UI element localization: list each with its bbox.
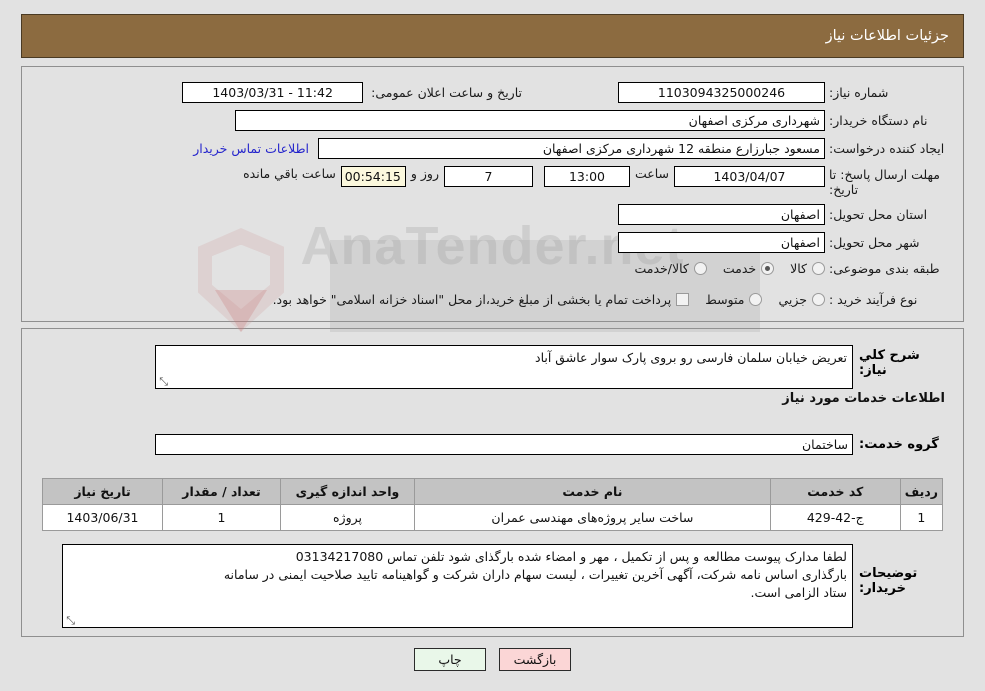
services-table: ردیف کد خدمت نام خدمت واحد اندازه گیری ت…: [42, 478, 944, 531]
service-group-value: ساختمان: [155, 434, 853, 455]
resize-grip-icon[interactable]: [65, 616, 75, 626]
th-index: ردیف: [899, 478, 944, 505]
announcement-label: تاریخ و ساعت اعلان عمومی:: [371, 85, 522, 100]
radio-khedmat-icon[interactable]: [761, 262, 775, 275]
radio-kala-khedmat-icon[interactable]: [693, 262, 707, 275]
category-option-khedmat[interactable]: خدمت: [722, 261, 775, 276]
category-option-kala-khedmat[interactable]: کالا/خدمت: [634, 261, 707, 276]
process-label: نوع فرآیند خرید :: [829, 292, 918, 307]
need-number-value: 1103094325000246: [618, 82, 825, 103]
creator-label: ایجاد کننده درخواست:: [829, 141, 945, 156]
process-option-motavaset[interactable]: متوسط: [705, 292, 763, 307]
remaining-countdown-timer: 00:54:15: [340, 166, 406, 187]
buyer-notes-row: توضیحات خریدار: لطفا مدارک پیوست مطالعه …: [62, 544, 945, 628]
category-row: طبقه بندی موضوعی: کالا خدمت کالا/خدمت: [618, 261, 945, 276]
city-label: شهر محل تحویل:: [829, 235, 920, 250]
treasury-checkbox-label: پرداخت تمام یا بخشی از مبلغ خرید،از محل …: [272, 292, 672, 307]
buyer-org-label: نام دستگاه خریدار:: [829, 113, 928, 128]
buyer-notes-textarea[interactable]: لطفا مدارک پیوست مطالعه و پس از تکمیل ، …: [62, 544, 853, 628]
category-label: طبقه بندی موضوعی:: [829, 261, 940, 276]
cell-name: ساخت سایر پروژه‌های مهندسی عمران: [414, 504, 771, 531]
announcement-row: تاریخ و ساعت اعلان عمومی: 11:42 - 1403/0…: [182, 82, 522, 103]
resize-grip-icon[interactable]: [158, 377, 168, 387]
process-row: نوع فرآیند خرید : جزیي متوسط پرداخت تمام…: [257, 292, 945, 307]
remaining-days-value: 7: [443, 166, 533, 187]
deadline-time-value: 13:00: [543, 166, 630, 187]
category-option-kala-label: کالا: [790, 261, 807, 276]
th-name: نام خدمت: [414, 478, 771, 505]
days-and-label: روز و: [410, 166, 439, 181]
cell-index: 1: [899, 504, 944, 531]
announcement-value: 11:42 - 1403/03/31: [182, 82, 364, 103]
buyer-notes-line1: لطفا مدارک پیوست مطالعه و پس از تکمیل ، …: [295, 549, 847, 564]
province-row: استان محل تحویل: اصفهان: [618, 204, 945, 225]
buyer-notes-line3: ستاد الزامی است.: [750, 585, 847, 600]
services-section-title: اطلاعات خدمات مورد نیاز: [782, 391, 945, 406]
cell-quantity: 1: [162, 504, 281, 531]
deadline-label: مهلت ارسال پاسخ: تا تاریخ:: [829, 167, 940, 197]
buyer-org-value: شهرداری مرکزی اصفهان: [235, 110, 825, 131]
category-option-kala-khedmat-label: کالا/خدمت: [634, 261, 689, 276]
province-label: استان محل تحویل:: [829, 207, 928, 222]
buyer-notes-line2: بارگذاری اساس نامه شرکت، آگهی آخرین تغیی…: [223, 567, 847, 582]
province-value: اصفهان: [618, 204, 825, 225]
process-option-jozei[interactable]: جزیي: [778, 292, 825, 307]
treasury-checkbox-option[interactable]: پرداخت تمام یا بخشی از مبلغ خرید،از محل …: [273, 292, 690, 307]
creator-row: ایجاد کننده درخواست: مسعود جبارزارع منطق…: [193, 138, 945, 159]
page-title: جزئیات اطلاعات نیاز: [825, 28, 949, 44]
city-row: شهر محل تحویل: اصفهان: [618, 232, 945, 253]
action-button-bar: بازگشت چاپ: [0, 648, 985, 671]
radio-kala-icon[interactable]: [812, 262, 825, 275]
table-row: 1 ج-42-429 ساخت سایر پروژه‌های مهندسی عم…: [42, 504, 944, 531]
service-group-label: گروه خدمت:: [859, 437, 939, 452]
deadline-date-value: 1403/04/07: [674, 166, 825, 187]
th-quantity: تعداد / مقدار: [162, 478, 281, 505]
category-option-kala[interactable]: کالا: [790, 261, 825, 276]
print-button[interactable]: چاپ: [414, 648, 486, 671]
th-unit: واحد اندازه گیری: [280, 478, 415, 505]
deadline-row: مهلت ارسال پاسخ: تا تاریخ: 1403/04/07 سا…: [238, 166, 945, 197]
radio-motavaset-icon[interactable]: [749, 293, 763, 306]
radio-jozei-icon[interactable]: [812, 293, 825, 306]
cell-date: 1403/06/31: [42, 504, 163, 531]
table-header-row: ردیف کد خدمت نام خدمت واحد اندازه گیری ت…: [42, 478, 944, 505]
need-number-row: شماره نیاز: 1103094325000246: [618, 82, 945, 103]
process-option-motavaset-label: متوسط: [705, 292, 745, 307]
buyer-org-row: نام دستگاه خریدار: شهرداری مرکزی اصفهان: [235, 110, 945, 131]
buyer-notes-label: توضیحات خریدار:: [859, 566, 918, 596]
creator-value: مسعود جبارزارع منطقه 12 شهرداری مرکزی اص…: [318, 138, 825, 159]
cell-code: ج-42-429: [769, 504, 901, 531]
hour-label: ساعت: [634, 166, 669, 181]
service-group-row: گروه خدمت: ساختمان: [155, 434, 945, 455]
description-textarea[interactable]: تعریض خیابان سلمان فارسی رو بروی پارک سو…: [155, 345, 853, 389]
category-option-khedmat-label: خدمت: [722, 261, 757, 276]
page-header: جزئیات اطلاعات نیاز: [21, 14, 964, 58]
cell-unit: پروژه: [280, 504, 415, 531]
description-value: تعریض خیابان سلمان فارسی رو بروی پارک سو…: [535, 350, 847, 365]
remaining-suffix-label: ساعت باقي مانده: [243, 166, 336, 181]
th-date: تاریخ نیاز: [42, 478, 163, 505]
description-label: شرح کلي نیاز:: [859, 348, 920, 378]
need-number-label: شماره نیاز:: [829, 85, 889, 100]
checkbox-treasury-icon[interactable]: [676, 293, 690, 306]
th-code: کد خدمت: [769, 478, 901, 505]
back-button[interactable]: بازگشت: [499, 648, 571, 671]
description-row: شرح کلي نیاز: تعریض خیابان سلمان فارسی ر…: [155, 345, 945, 389]
buyer-contact-link[interactable]: اطلاعات تماس خریدار: [193, 141, 309, 156]
process-option-jozei-label: جزیي: [778, 292, 807, 307]
city-value: اصفهان: [618, 232, 825, 253]
